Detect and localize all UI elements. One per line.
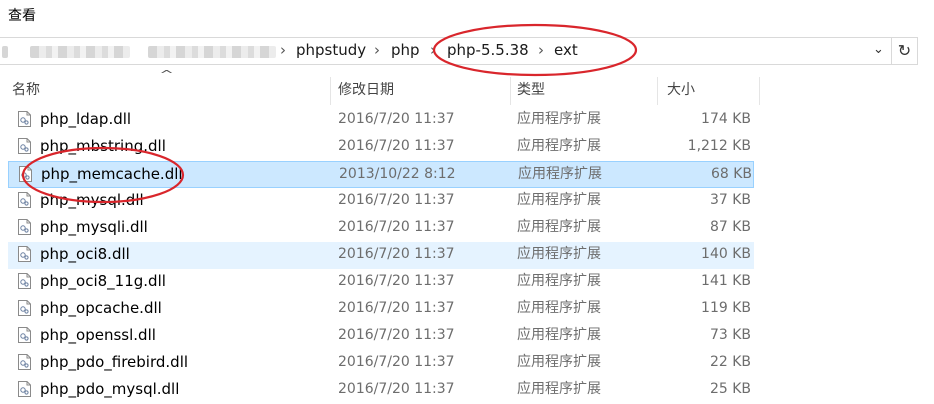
menu-bar: 查看 [0, 0, 934, 30]
file-row[interactable]: php_openssl.dll 2016/7/20 11:37 应用程序扩展 73 K… [8, 323, 754, 350]
breadcrumb-separator: › [430, 41, 436, 59]
file-modified-date: 2016/7/20 11:37 [338, 300, 455, 316]
file-modified-date: 2016/7/20 11:37 [338, 246, 455, 262]
file-type: 应用程序扩展 [517, 192, 601, 208]
file-modified-date: 2016/7/20 11:37 [338, 192, 455, 208]
file-type: 应用程序扩展 [517, 300, 601, 316]
file-row[interactable]: php_pdo_mysql.dll 2016/7/20 11:37 应用程序扩展 25… [8, 377, 754, 404]
file-row[interactable]: php_mysqli.dll 2016/7/20 11:37 应用程序扩展 87 KB [8, 215, 754, 242]
breadcrumb-ext[interactable]: ext [554, 41, 578, 59]
file-type: 应用程序扩展 [518, 166, 602, 182]
file-name: php_ldap.dll [40, 110, 132, 128]
file-row[interactable]: php_memcache.dll 2013/10/22 8:12 应用程序扩展 68 … [8, 161, 754, 188]
dll-file-icon [18, 219, 31, 235]
file-size: 22 KB [709, 354, 751, 370]
dll-file-icon [18, 300, 31, 316]
file-modified-date: 2013/10/22 8:12 [339, 166, 456, 182]
file-row[interactable]: php_mysql.dll 2016/7/20 11:37 应用程序扩展 37 KB [8, 188, 754, 215]
file-name: php_opcache.dll [40, 299, 162, 317]
file-type: 应用程序扩展 [517, 219, 601, 235]
file-type: 应用程序扩展 [517, 138, 601, 154]
file-name: php_mysqli.dll [40, 218, 148, 236]
redacted-path [2, 46, 8, 58]
file-name: php_oci8.dll [40, 245, 130, 263]
breadcrumb-separator: › [374, 41, 380, 59]
file-name: php_openssl.dll [40, 326, 156, 344]
file-size: 1,212 KB [687, 138, 751, 154]
file-type: 应用程序扩展 [517, 381, 601, 397]
file-modified-date: 2016/7/20 11:37 [338, 354, 455, 370]
file-modified-date: 2016/7/20 11:37 [338, 381, 455, 397]
file-modified-date: 2016/7/20 11:37 [338, 327, 455, 343]
dll-file-icon [18, 138, 31, 154]
breadcrumb-separator: › [538, 41, 544, 59]
file-type: 应用程序扩展 [517, 327, 601, 343]
file-modified-date: 2016/7/20 11:37 [338, 138, 455, 154]
dll-file-icon [18, 246, 31, 262]
dll-file-icon [18, 327, 31, 343]
column-header-size[interactable]: 大小 [667, 77, 759, 105]
file-modified-date: 2016/7/20 11:37 [338, 219, 455, 235]
address-dropdown-icon[interactable]: ⌄ [873, 42, 884, 57]
refresh-icon[interactable]: ↻ [892, 37, 918, 65]
dll-file-icon [18, 192, 31, 208]
file-size: 140 KB [701, 246, 751, 262]
redacted-path [148, 46, 276, 58]
file-row[interactable]: php_pdo_firebird.dll 2016/7/20 11:37 应用程序扩… [8, 350, 754, 377]
file-size: 141 KB [701, 273, 751, 289]
address-bar[interactable]: › phpstudy › php › php-5.5.38 › ext ⌄ [0, 37, 892, 65]
file-size: 87 KB [709, 219, 751, 235]
breadcrumb-phpstudy[interactable]: phpstudy [296, 41, 366, 59]
file-size: 37 KB [709, 192, 751, 208]
breadcrumb-php[interactable]: php [391, 41, 420, 59]
file-name: php_mbstring.dll [40, 137, 166, 155]
file-modified-date: 2016/7/20 11:37 [338, 111, 455, 127]
file-size: 119 KB [701, 300, 751, 316]
column-header-date[interactable]: 修改日期 [338, 77, 510, 105]
file-row[interactable]: php_oci8.dll 2016/7/20 11:37 应用程序扩展 140 KB [8, 242, 754, 269]
file-row[interactable]: php_opcache.dll 2016/7/20 11:37 应用程序扩展 119 … [8, 296, 754, 323]
file-row[interactable]: php_mbstring.dll 2016/7/20 11:37 应用程序扩展 1,2… [8, 134, 754, 161]
column-divider[interactable] [510, 77, 511, 105]
file-type: 应用程序扩展 [517, 354, 601, 370]
column-divider[interactable] [657, 77, 658, 105]
dll-file-icon [18, 354, 31, 370]
file-name: php_pdo_mysql.dll [40, 380, 180, 398]
file-name: php_oci8_11g.dll [40, 272, 166, 290]
file-size: 73 KB [709, 327, 751, 343]
file-row[interactable]: php_ldap.dll 2016/7/20 11:37 应用程序扩展 174 KB [8, 107, 754, 134]
dll-file-icon [19, 166, 32, 182]
column-header-type[interactable]: 类型 [517, 77, 657, 105]
dll-file-icon [18, 273, 31, 289]
redacted-path [30, 46, 130, 58]
file-name: php_mysql.dll [40, 191, 144, 209]
file-name: php_memcache.dll [41, 165, 183, 183]
file-size: 174 KB [701, 111, 751, 127]
column-header-name[interactable]: 名称 [12, 77, 330, 105]
column-divider[interactable] [330, 77, 331, 105]
file-row[interactable]: php_oci8_11g.dll 2016/7/20 11:37 应用程序扩展 141… [8, 269, 754, 296]
file-size: 25 KB [709, 381, 751, 397]
breadcrumb-separator: › [280, 41, 286, 59]
file-type: 应用程序扩展 [517, 246, 601, 262]
dll-file-icon [18, 111, 31, 127]
file-name: php_pdo_firebird.dll [40, 353, 189, 371]
file-modified-date: 2016/7/20 11:37 [338, 273, 455, 289]
dll-file-icon [18, 381, 31, 397]
file-size: 68 KB [710, 166, 752, 182]
file-type: 应用程序扩展 [517, 273, 601, 289]
menu-view[interactable]: 查看 [8, 5, 36, 25]
breadcrumb-php-version[interactable]: php-5.5.38 [447, 41, 529, 59]
file-type: 应用程序扩展 [517, 111, 601, 127]
column-divider[interactable] [759, 77, 760, 105]
